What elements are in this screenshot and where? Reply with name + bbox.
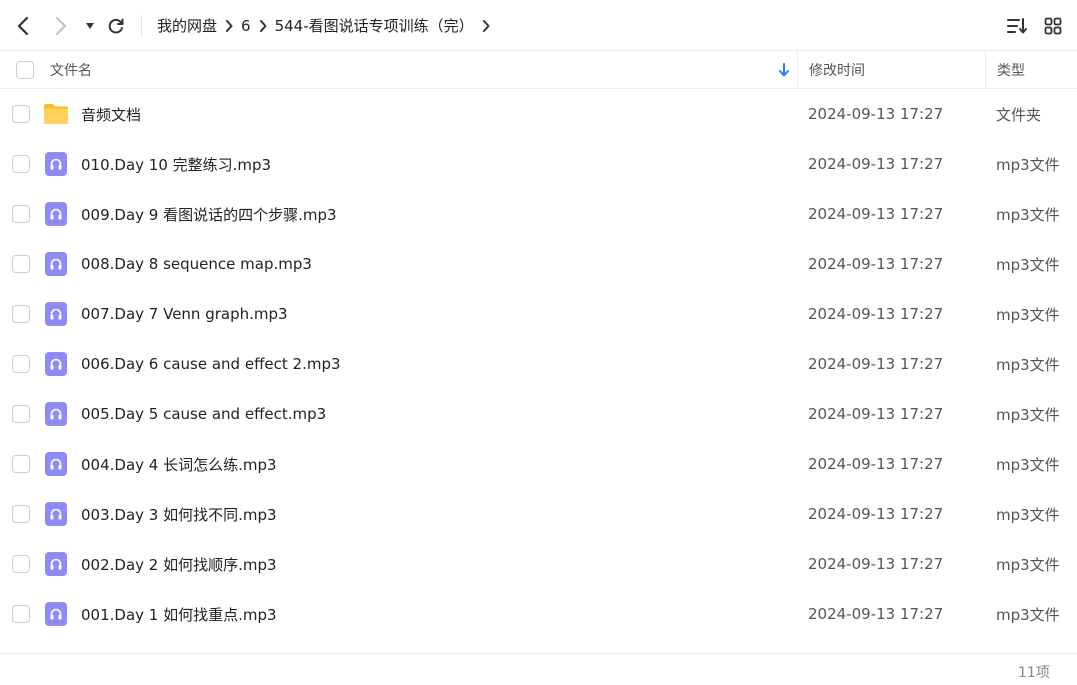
select-all-checkbox[interactable]	[16, 61, 34, 79]
row-checkbox[interactable]	[12, 605, 30, 623]
file-type: mp3文件	[996, 505, 1060, 524]
audio-file-icon	[43, 401, 69, 427]
file-name[interactable]: 007.Day 7 Venn graph.mp3	[81, 289, 288, 339]
file-type: mp3文件	[996, 605, 1060, 624]
file-name[interactable]: 004.Day 4 长词怎么练.mp3	[81, 439, 277, 489]
row-checkbox[interactable]	[12, 255, 30, 273]
file-name[interactable]: 010.Day 10 完整练习.mp3	[81, 139, 271, 189]
table-row[interactable]: 音频文档 2024-09-13 17:27 文件夹	[0, 89, 1077, 139]
row-checkbox[interactable]	[12, 355, 30, 373]
breadcrumb-current-folder[interactable]: 544-看图说话专项训练（完）	[275, 15, 474, 36]
audio-file-icon	[43, 351, 69, 377]
file-mtime: 2024-09-13 17:27	[808, 555, 944, 573]
file-name[interactable]: 音频文档	[81, 89, 141, 139]
file-type: mp3文件	[996, 455, 1060, 474]
file-mtime: 2024-09-13 17:27	[808, 505, 944, 523]
file-name[interactable]: 009.Day 9 看图说话的四个步骤.mp3	[81, 189, 337, 239]
file-name[interactable]: 006.Day 6 cause and effect 2.mp3	[81, 339, 341, 389]
file-name[interactable]: 003.Day 3 如何找不同.mp3	[81, 489, 277, 539]
table-row[interactable]: 006.Day 6 cause and effect 2.mp3 2024-09…	[0, 339, 1077, 389]
table-header: 文件名 修改时间 类型	[0, 51, 1077, 89]
caret-down-icon	[86, 23, 94, 29]
grid-view-button[interactable]	[1041, 14, 1065, 38]
file-type: mp3文件	[996, 155, 1060, 174]
sort-button[interactable]	[1005, 14, 1029, 38]
toolbar: 我的网盘 6 544-看图说话专项训练（完）	[0, 0, 1077, 51]
file-type: mp3文件	[996, 405, 1060, 424]
history-dropdown-button[interactable]	[78, 12, 102, 40]
file-list: 音频文档 2024-09-13 17:27 文件夹 010.Day 10 完整练…	[0, 89, 1077, 639]
audio-file-icon	[43, 551, 69, 577]
sort-list-icon	[1007, 18, 1027, 34]
row-checkbox[interactable]	[12, 305, 30, 323]
file-manager: 我的网盘 6 544-看图说话专项训练（完） 文件名 修改时间 类型 音频文档 …	[0, 0, 1077, 685]
row-checkbox[interactable]	[12, 505, 30, 523]
file-name[interactable]: 005.Day 5 cause and effect.mp3	[81, 389, 326, 439]
folder-icon	[43, 101, 69, 127]
table-row[interactable]: 001.Day 1 如何找重点.mp3 2024-09-13 17:27 mp3…	[0, 589, 1077, 639]
table-row[interactable]: 002.Day 2 如何找顺序.mp3 2024-09-13 17:27 mp3…	[0, 539, 1077, 589]
table-row[interactable]: 009.Day 9 看图说话的四个步骤.mp3 2024-09-13 17:27…	[0, 189, 1077, 239]
table-row[interactable]: 010.Day 10 完整练习.mp3 2024-09-13 17:27 mp3…	[0, 139, 1077, 189]
audio-file-icon	[43, 151, 69, 177]
file-type: mp3文件	[996, 555, 1060, 574]
file-type: mp3文件	[996, 255, 1060, 274]
file-mtime: 2024-09-13 17:27	[808, 105, 944, 123]
column-type-header[interactable]: 类型	[985, 51, 1077, 89]
row-checkbox[interactable]	[12, 405, 30, 423]
file-type: mp3文件	[996, 355, 1060, 374]
breadcrumb-folder-6[interactable]: 6	[241, 17, 251, 35]
breadcrumb-chevron-icon	[217, 19, 241, 32]
file-mtime: 2024-09-13 17:27	[808, 355, 944, 373]
breadcrumb-root[interactable]: 我的网盘	[157, 15, 217, 36]
row-checkbox[interactable]	[12, 555, 30, 573]
file-mtime: 2024-09-13 17:27	[808, 405, 944, 423]
table-row[interactable]: 004.Day 4 长词怎么练.mp3 2024-09-13 17:27 mp3…	[0, 439, 1077, 489]
file-name[interactable]: 002.Day 2 如何找顺序.mp3	[81, 539, 277, 589]
breadcrumb-chevron-icon	[251, 19, 275, 32]
chevron-right-icon	[55, 16, 67, 36]
table-row[interactable]: 008.Day 8 sequence map.mp3 2024-09-13 17…	[0, 239, 1077, 289]
table-row[interactable]: 003.Day 3 如何找不同.mp3 2024-09-13 17:27 mp3…	[0, 489, 1077, 539]
audio-file-icon	[43, 451, 69, 477]
select-all-checkbox-wrap	[16, 51, 34, 89]
sort-down-arrow-icon[interactable]	[778, 62, 790, 82]
file-type: 文件夹	[996, 105, 1042, 124]
column-name-header[interactable]: 文件名	[50, 51, 92, 89]
audio-file-icon	[43, 251, 69, 277]
refresh-button[interactable]	[102, 12, 130, 40]
column-mtime-header[interactable]: 修改时间	[797, 51, 985, 89]
refresh-icon	[108, 18, 124, 34]
table-row[interactable]: 007.Day 7 Venn graph.mp3 2024-09-13 17:2…	[0, 289, 1077, 339]
forward-button[interactable]	[47, 12, 75, 40]
file-mtime: 2024-09-13 17:27	[808, 255, 944, 273]
file-type: mp3文件	[996, 305, 1060, 324]
file-mtime: 2024-09-13 17:27	[808, 305, 944, 323]
file-mtime: 2024-09-13 17:27	[808, 455, 944, 473]
row-checkbox[interactable]	[12, 155, 30, 173]
row-checkbox[interactable]	[12, 105, 30, 123]
file-type: mp3文件	[996, 205, 1060, 224]
breadcrumb: 我的网盘 6 544-看图说话专项训练（完）	[157, 0, 498, 51]
footer-divider	[0, 653, 1077, 654]
audio-file-icon	[43, 601, 69, 627]
item-count: 11项	[1018, 665, 1050, 681]
file-mtime: 2024-09-13 17:27	[808, 155, 944, 173]
grid-icon	[1044, 17, 1062, 35]
file-name[interactable]: 001.Day 1 如何找重点.mp3	[81, 589, 277, 639]
audio-file-icon	[43, 301, 69, 327]
row-checkbox[interactable]	[12, 455, 30, 473]
file-mtime: 2024-09-13 17:27	[808, 205, 944, 223]
chevron-left-icon	[17, 16, 29, 36]
toolbar-divider	[141, 15, 142, 37]
back-button[interactable]	[9, 12, 37, 40]
file-mtime: 2024-09-13 17:27	[808, 605, 944, 623]
file-name[interactable]: 008.Day 8 sequence map.mp3	[81, 239, 312, 289]
audio-file-icon	[43, 501, 69, 527]
table-row[interactable]: 005.Day 5 cause and effect.mp3 2024-09-1…	[0, 389, 1077, 439]
audio-file-icon	[43, 201, 69, 227]
breadcrumb-chevron-icon[interactable]	[474, 19, 498, 32]
row-checkbox[interactable]	[12, 205, 30, 223]
